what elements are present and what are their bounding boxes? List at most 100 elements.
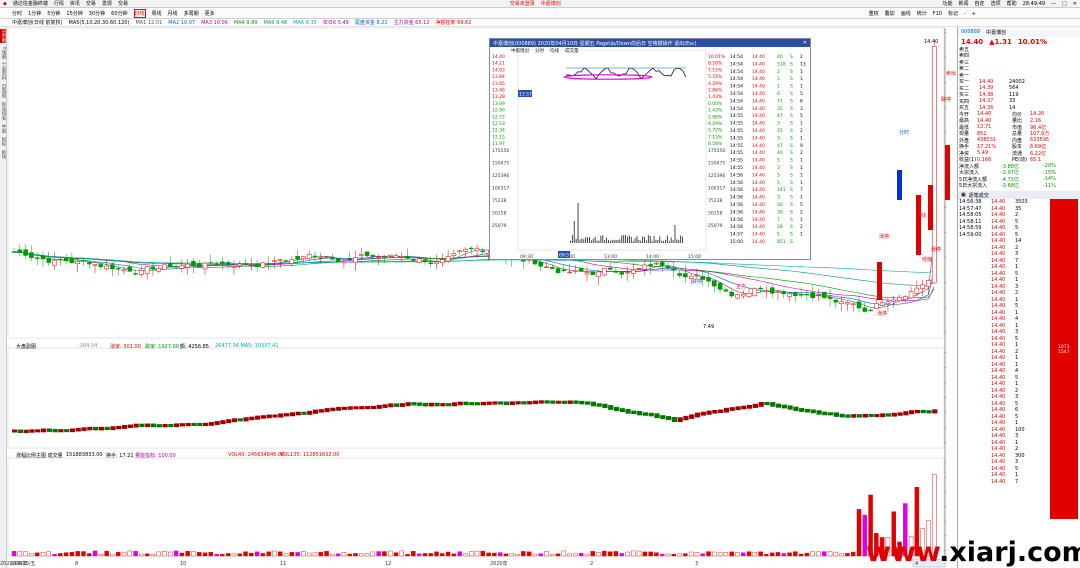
index-bar-23 (145, 423, 151, 428)
candle-154 (903, 296, 908, 300)
buy-row-1-c2: 564 (1009, 85, 1019, 92)
signal-10: 低吸 (922, 257, 933, 263)
tick-cell-2: 4 (1015, 368, 1019, 375)
popup-vol-r-0: 175556 (708, 148, 725, 154)
tick-cell-1: 14.40 (991, 231, 1006, 238)
close-icon[interactable]: ✕ (1073, 1, 1077, 7)
popup-close-icon[interactable]: ✕ (803, 40, 807, 46)
zoom-in-button[interactable]: + (972, 11, 976, 17)
menu-options[interactable]: 选项 (991, 0, 1001, 7)
index-bar-30 (185, 422, 191, 427)
index-bar-2 (23, 429, 29, 433)
candle-79 (468, 247, 474, 250)
popup-tick-side-21: S (790, 209, 793, 215)
tick-cell-1: 14.40 (991, 329, 1006, 336)
kline-chart[interactable]: 14.4012.7312.2311.7211.2310.7210.219.709… (0, 0, 957, 568)
candle-141 (827, 296, 833, 299)
candle-31 (191, 261, 196, 266)
zoom-out-button[interactable]: - (964, 11, 966, 17)
popup-vol-bar-51 (666, 235, 668, 243)
popup-tick-vol-8: 47 (777, 113, 783, 119)
index-bar-144 (845, 414, 851, 418)
vol-bar-122 (717, 552, 723, 557)
index-bar-56 (336, 406, 342, 411)
candle-115 (677, 273, 682, 276)
index-bar-36 (220, 420, 226, 425)
signal-2: 跌停 (941, 97, 952, 103)
candle-120 (706, 277, 711, 282)
candle-43 (260, 262, 266, 268)
popup-tick-side-19: S (790, 195, 793, 201)
index-bar-37 (226, 419, 232, 424)
popup-vol-bar-41 (647, 235, 649, 243)
index-bar-155 (909, 410, 915, 415)
popup-tick-side-10: S (790, 128, 793, 134)
index-bar-79 (469, 402, 475, 406)
popup-chart[interactable]: 14.4014.2114.0313.8413.6513.4613.2813.09… (490, 48, 812, 260)
candle-0 (11, 251, 17, 253)
popup-tick-n-17: 1 (800, 180, 803, 186)
candle-40 (243, 263, 248, 265)
vol-bar-105 (619, 553, 624, 557)
candle-102 (602, 268, 607, 276)
vol-bar-20 (127, 550, 133, 557)
menu-custom[interactable]: 自定 (975, 0, 985, 7)
vol-bar-49 (295, 552, 300, 557)
popup-tick-side-13: S (790, 150, 793, 156)
index-bar-117 (689, 414, 695, 419)
index-bar-105 (619, 408, 625, 413)
popup-x-2: 13:00 (604, 254, 617, 260)
index-bar-104 (613, 406, 620, 412)
minimize-icon[interactable]: — (1051, 1, 1056, 7)
vol-bar-140 (822, 551, 827, 557)
index-bar-128 (752, 403, 759, 408)
index-bar-150 (880, 413, 886, 418)
signal-bar-0 (897, 170, 902, 200)
vol-bar-55 (330, 553, 335, 557)
vol-bar-79 (469, 551, 474, 557)
menu-news2[interactable]: 新闻 (959, 0, 969, 7)
tick-cell-1: 14.40 (991, 309, 1006, 316)
candle-34 (208, 262, 214, 264)
maximize-icon[interactable]: □ (1062, 1, 1067, 7)
index-bar-40 (243, 417, 249, 422)
popup-vol-bar-26 (619, 239, 621, 243)
index-bar-130 (764, 402, 770, 406)
popup-tick-side-24: S (790, 232, 793, 238)
vol-bar-54 (324, 550, 329, 557)
tick-header: ▣ 逐笔成交 (958, 191, 1080, 199)
popup-tick-price-13: 14.40 (752, 150, 765, 156)
candle-131 (769, 287, 775, 294)
tick-list[interactable]: 14:56:38 14.40 3503 14:57:47 14.40 35 14:58:05… (958, 199, 1080, 519)
vol-bar-57 (341, 552, 347, 557)
index-bar-4 (35, 429, 41, 433)
index-bar-114 (671, 417, 677, 422)
tick-cell-1: 14.40 (991, 316, 1006, 323)
vol-bar-14 (92, 550, 98, 557)
index-bar-108 (637, 411, 643, 416)
candle-74 (440, 259, 445, 264)
signal-bar-1 (877, 262, 882, 300)
vol-bar-28 (173, 550, 179, 557)
popup-tick-price-18: 14.40 (752, 187, 765, 193)
popup-tick-side-25: S (790, 239, 793, 245)
menu-help[interactable]: 帮助 (1007, 0, 1017, 7)
index-bar-32 (197, 422, 203, 427)
tick-cell-1: 14.40 (991, 400, 1006, 407)
candle-156 (914, 287, 920, 294)
tick-cell-2: 2 (1015, 387, 1019, 394)
popup-tick-time-11: 14:55 (730, 135, 743, 141)
popup-tick-time-7: 14:54 (730, 106, 743, 112)
popup-tick-price-20: 14.40 (752, 202, 765, 208)
popup-tick-time-12: 14:55 (730, 143, 743, 149)
candle-152 (891, 299, 897, 302)
popup-pct-4: 4.29% (708, 81, 723, 87)
index-bar-41 (249, 416, 255, 421)
index-bar-103 (608, 405, 614, 410)
vol-bar-34 (208, 552, 214, 557)
index-bar-57 (341, 406, 348, 410)
stat-row-4-c1: 438031 (977, 137, 997, 144)
intraday-popup[interactable]: 中嘉博创(000889) 2020年04月10日 星期五 PageUp/Down… (489, 38, 811, 260)
tick-cell-2: 300 (1015, 452, 1025, 459)
popup-price-5: 13.46 (492, 88, 505, 94)
